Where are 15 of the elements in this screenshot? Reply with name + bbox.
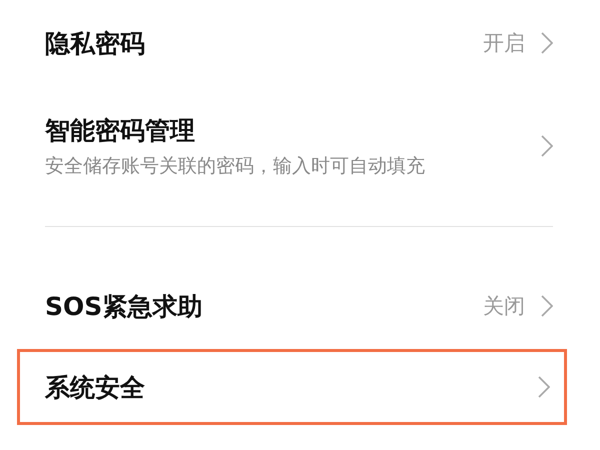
item-value: 关闭 [483, 293, 525, 320]
item-description: 安全储存账号关联的密码，输入时可自动填充 [45, 154, 426, 178]
item-title: 系统安全 [45, 372, 146, 404]
item-title: 智能密码管理 [45, 114, 196, 146]
settings-item[interactable]: SOS紧急求助 关闭 [45, 263, 553, 349]
settings-item[interactable]: 系统安全 [17, 349, 567, 425]
item-title: SOS紧急求助 [45, 290, 204, 322]
chevron-right-icon [538, 376, 550, 398]
item-value: 开启 [483, 30, 525, 57]
chevron-right-icon [541, 32, 553, 54]
settings-item[interactable]: 隐私密码 开启 [45, 0, 553, 86]
chevron-right-icon [541, 135, 553, 157]
chevron-right-icon [541, 295, 553, 317]
item-title: 隐私密码 [45, 28, 146, 60]
settings-item[interactable]: 智能密码管理 安全储存账号关联的密码，输入时可自动填充 [45, 86, 553, 206]
